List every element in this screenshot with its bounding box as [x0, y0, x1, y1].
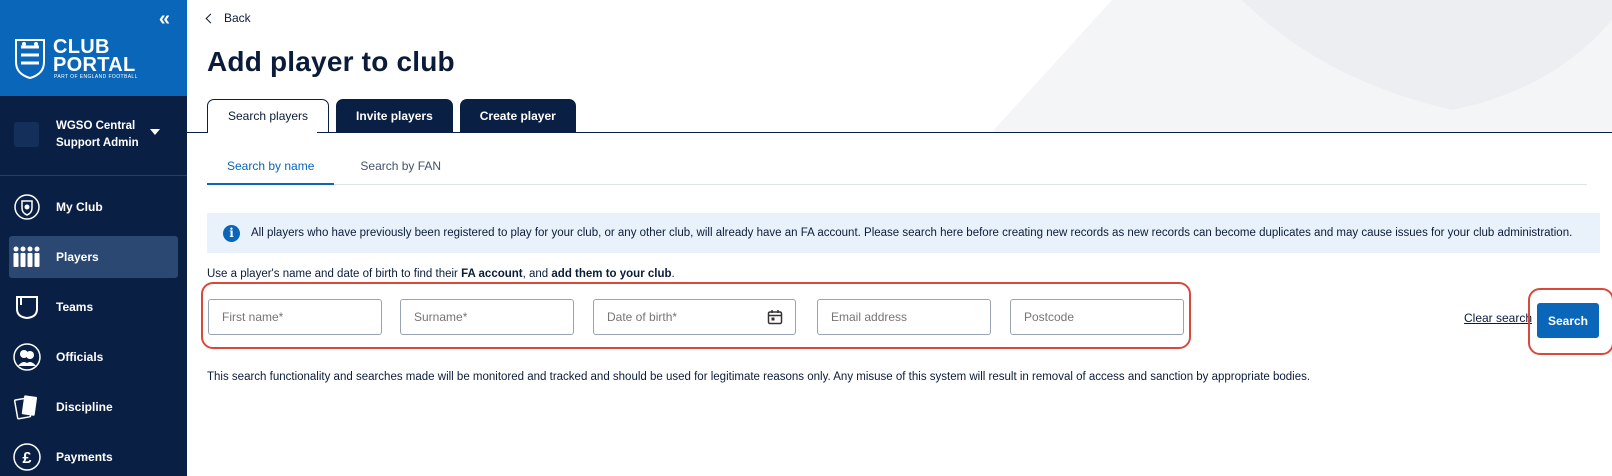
surname-input[interactable]	[414, 310, 573, 324]
cards-icon	[12, 392, 42, 422]
sidebar-item-payments[interactable]: £ Payments	[9, 436, 178, 476]
sidebar-item-teams[interactable]: Teams	[9, 286, 178, 328]
hint-bold-fa-account: FA account	[461, 268, 523, 280]
first-name-input[interactable]	[222, 310, 381, 324]
postcode-input[interactable]	[1024, 310, 1183, 324]
tab-create-player[interactable]: Create player	[459, 99, 576, 133]
surname-field[interactable]	[400, 299, 574, 335]
page-title: Add player to club	[207, 46, 455, 77]
account-switcher[interactable]: WGSO Central Support Admin	[0, 96, 187, 176]
email-input[interactable]	[831, 310, 990, 324]
calendar-icon[interactable]	[767, 309, 783, 325]
search-mode-tabs: Search by name Search by FAN	[207, 150, 1587, 185]
first-name-field[interactable]	[208, 299, 382, 335]
tab-divider	[187, 132, 1612, 133]
club-portal-logo-text: CLUB PORTAL	[53, 37, 136, 76]
info-banner-text: All players who have previously been reg…	[251, 227, 1573, 239]
hint-text-3: .	[671, 268, 675, 280]
sidebar-item-label: My Club	[56, 200, 103, 214]
main-content: Back Add player to club Search players I…	[187, 0, 1612, 476]
hint-bold-add-to-club: add them to your club	[551, 268, 672, 280]
chevron-left-icon	[205, 13, 216, 23]
sidebar-item-players[interactable]: Players	[9, 236, 178, 278]
logo-subtitle: PART OF ENGLAND FOOTBALL	[54, 74, 138, 80]
sidebar-item-officials[interactable]: Officials	[9, 336, 178, 378]
postcode-field[interactable]	[1010, 299, 1184, 335]
tab-search-players[interactable]: Search players	[207, 99, 330, 133]
account-name: WGSO Central Support Admin	[56, 118, 139, 152]
kit-icon	[12, 292, 42, 322]
search-hint: Use a player's name and date of birth to…	[207, 268, 675, 280]
hint-text-2: , and	[522, 268, 552, 280]
svg-text:£: £	[23, 450, 32, 467]
brand-header: « CLUB PORTAL PART OF ENGLAND FOOTBALL	[0, 0, 187, 96]
sidebar-item-label: Teams	[56, 300, 94, 314]
logo-line-2: PORTAL	[53, 54, 136, 76]
officials-icon	[12, 342, 42, 372]
sidebar-item-label: Players	[56, 250, 99, 264]
account-name-line-1: WGSO Central	[56, 120, 136, 132]
back-label: Back	[224, 11, 251, 25]
hint-text-1: Use a player's name and date of birth to…	[207, 268, 462, 280]
date-of-birth-field[interactable]	[593, 299, 796, 335]
shield-icon	[12, 192, 42, 222]
tab-divider-gap	[208, 132, 317, 133]
collapse-sidebar-icon[interactable]: «	[159, 8, 170, 31]
account-name-line-2: Support Admin	[56, 137, 139, 149]
info-banner: i All players who have previously been r…	[207, 213, 1600, 253]
tab-bar: Search players Invite players Create pla…	[207, 99, 583, 133]
search-button[interactable]: Search	[1537, 303, 1599, 338]
caret-down-icon[interactable]	[150, 129, 160, 135]
club-avatar	[14, 122, 39, 147]
back-link[interactable]: Back	[205, 11, 251, 25]
sidebar-item-my-club[interactable]: My Club	[9, 186, 178, 228]
three-lions-logo-icon	[15, 39, 45, 80]
players-icon	[12, 242, 42, 272]
sidebar-nav: My Club Players Teams Officials Discipli…	[0, 176, 187, 476]
sidebar-item-label: Officials	[56, 350, 104, 364]
pound-icon: £	[12, 442, 42, 472]
email-field[interactable]	[817, 299, 991, 335]
sidebar-item-label: Discipline	[56, 400, 113, 414]
clear-search-link[interactable]: Clear search	[1464, 311, 1532, 325]
subtab-search-by-name[interactable]: Search by name	[207, 150, 335, 185]
subtab-search-by-fan[interactable]: Search by FAN	[340, 150, 461, 185]
tab-invite-players[interactable]: Invite players	[336, 99, 453, 133]
monitoring-disclaimer: This search functionality and searches m…	[207, 371, 1311, 383]
sidebar: « CLUB PORTAL PART OF ENGLAND FOOTBALL W…	[0, 0, 187, 476]
info-icon: i	[223, 224, 240, 242]
background-decoration	[992, 0, 1612, 132]
sidebar-item-discipline[interactable]: Discipline	[9, 386, 178, 428]
sidebar-item-label: Payments	[56, 450, 113, 464]
